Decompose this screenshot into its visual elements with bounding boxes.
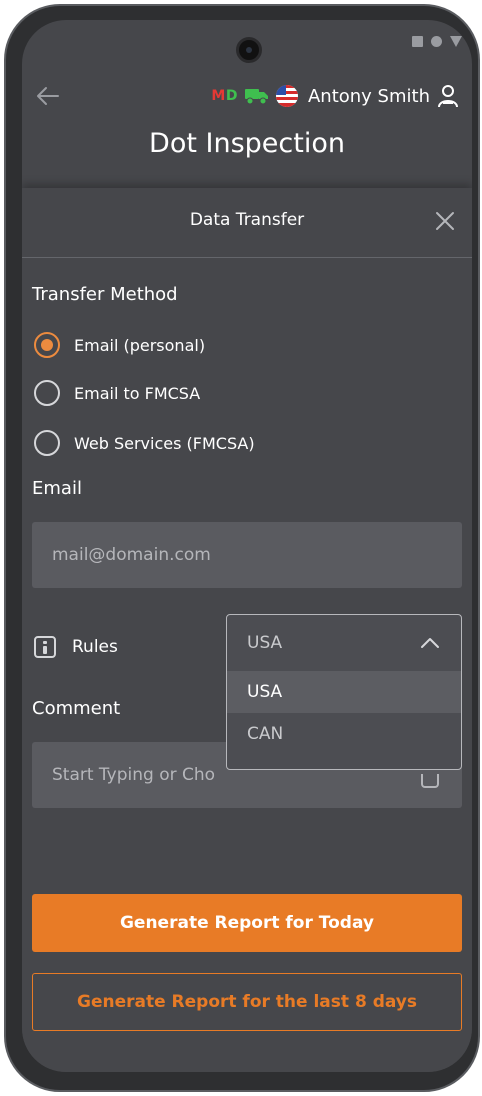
us-flag-icon [275, 85, 298, 107]
radio-email-fmcsa[interactable]: Email to FMCSA [34, 380, 200, 406]
info-icon[interactable] [34, 636, 56, 658]
transfer-method-label: Transfer Method [32, 284, 178, 305]
generate-report-today-button[interactable]: Generate Report for Today [32, 894, 462, 952]
comment-label: Comment [32, 698, 121, 719]
radio-label: Email (personal) [74, 335, 206, 355]
user-info: MD Antony Smith [211, 80, 460, 112]
sheet-header: Data Transfer [22, 188, 472, 258]
top-bar: MD Antony Smith [22, 76, 472, 116]
radio-button-selected[interactable] [34, 332, 60, 358]
data-transfer-sheet: Data Transfer Transfer Method Email (per… [22, 188, 472, 1072]
app-screen: MD Antony Smith Dot Inspection Data Tran… [22, 20, 472, 1072]
radio-label: Email to FMCSA [74, 383, 201, 403]
email-field[interactable]: mail@domain.com [32, 522, 462, 588]
phone-frame: MD Antony Smith Dot Inspection Data Tran… [4, 4, 480, 1092]
circle-icon [431, 36, 442, 47]
radio-email-personal[interactable]: Email (personal) [34, 332, 205, 358]
rules-label: Rules [72, 637, 118, 657]
chevron-up-icon[interactable] [419, 636, 441, 650]
back-arrow-icon[interactable] [34, 82, 62, 110]
close-icon[interactable] [434, 210, 456, 232]
rules-selected-value: USA [247, 633, 283, 653]
truck-icon [244, 89, 268, 105]
user-name: Antony Smith [307, 85, 430, 107]
radio-button[interactable] [34, 380, 60, 406]
radio-web-services[interactable]: Web Services (FMCSA) [34, 430, 255, 456]
email-label: Email [32, 478, 82, 499]
state-badge: MD [211, 88, 238, 104]
comment-placeholder: Start Typing or Cho [52, 765, 216, 785]
square-icon [412, 36, 423, 47]
rules-option-usa[interactable]: USA [227, 671, 461, 713]
rules-option-can[interactable]: CAN [227, 713, 461, 755]
camera [236, 37, 262, 63]
sheet-title: Data Transfer [189, 210, 305, 230]
rules-dropdown[interactable]: USA USA CAN [226, 614, 462, 770]
radio-button[interactable] [34, 430, 60, 456]
status-bar-icons [412, 36, 462, 47]
radio-label: Web Services (FMCSA) [74, 433, 255, 453]
generate-report-8-days-button[interactable]: Generate Report for the last 8 days [32, 973, 462, 1031]
rules-dropdown-header[interactable]: USA [227, 615, 461, 671]
user-profile-icon[interactable] [436, 83, 460, 109]
triangle-icon [450, 36, 462, 47]
page-title: Dot Inspection [149, 128, 345, 159]
rules-row: Rules [34, 636, 118, 658]
